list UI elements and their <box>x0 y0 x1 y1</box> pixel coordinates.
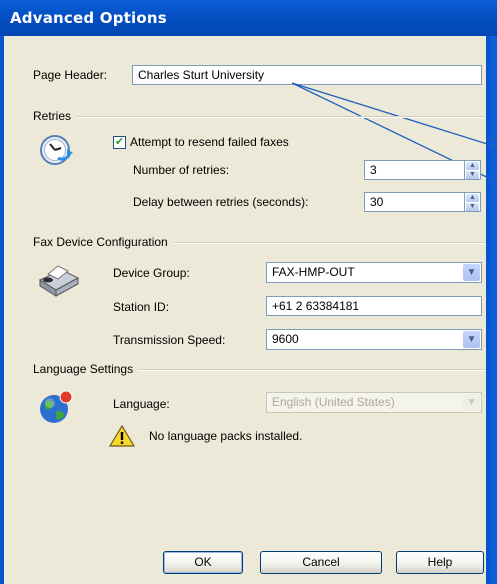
fax-device-section-title: Fax Device Configuration <box>33 235 174 249</box>
no-language-packs-message: No language packs installed. <box>149 429 303 443</box>
number-of-retries-spinner[interactable]: ▲ ▼ <box>465 160 481 180</box>
cancel-button[interactable]: Cancel <box>260 551 382 574</box>
ok-button[interactable]: OK <box>163 551 243 574</box>
transmission-speed-select[interactable]: 9600 ▼ <box>266 329 482 350</box>
retries-divider <box>33 116 485 118</box>
device-group-label: Device Group: <box>113 266 190 280</box>
fax-machine-icon <box>38 265 80 297</box>
resend-failed-label[interactable]: Attempt to resend failed faxes <box>130 135 289 149</box>
clock-refresh-icon <box>40 135 73 165</box>
delay-between-retries-input[interactable]: 30 <box>364 192 465 212</box>
device-group-value: FAX-HMP-OUT <box>272 265 355 279</box>
station-id-label: Station ID: <box>113 300 170 314</box>
transmission-speed-label: Transmission Speed: <box>113 333 226 347</box>
language-label: Language: <box>113 397 170 411</box>
chevron-down-icon[interactable]: ▼ <box>463 264 480 281</box>
warning-icon <box>109 424 135 447</box>
delay-between-retries-label: Delay between retries (seconds): <box>133 195 309 209</box>
number-of-retries-input[interactable]: 3 <box>364 160 465 180</box>
help-button[interactable]: Help <box>396 551 484 574</box>
chevron-down-icon[interactable]: ▼ <box>463 331 480 348</box>
globe-icon <box>40 390 73 423</box>
chevron-down-icon: ▼ <box>463 394 480 411</box>
device-group-select[interactable]: FAX-HMP-OUT ▼ <box>266 262 482 283</box>
language-select[interactable]: English (United States) ▼ <box>266 392 482 413</box>
delay-between-retries-spinner[interactable]: ▲ ▼ <box>465 192 481 212</box>
transmission-speed-value: 9600 <box>272 332 299 346</box>
number-of-retries-label: Number of retries: <box>133 163 230 177</box>
resend-failed-checkbox[interactable]: ✔ <box>113 136 126 149</box>
station-id-input[interactable]: +61 2 63384181 <box>266 296 482 316</box>
language-value: English (United States) <box>272 395 395 409</box>
retries-section-title: Retries <box>33 109 78 123</box>
language-section-title: Language Settings <box>33 362 140 376</box>
